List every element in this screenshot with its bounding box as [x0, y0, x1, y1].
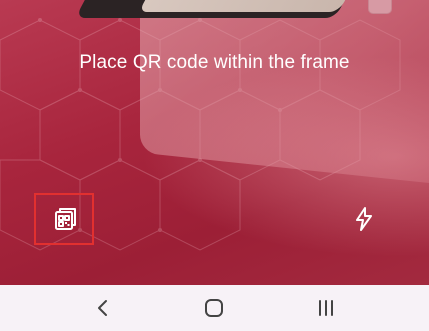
background-tab — [368, 0, 392, 14]
scan-instruction: Place QR code within the frame — [79, 52, 350, 73]
camera-preview: Place QR code within the frame — [0, 0, 429, 285]
recent-apps-icon — [319, 300, 333, 316]
qr-scanner-screen: Place QR code within the frame — [0, 0, 429, 331]
home-button[interactable] — [196, 293, 232, 323]
system-navigation-bar — [0, 285, 429, 331]
qr-gallery-icon — [55, 208, 76, 230]
scan-from-gallery-button[interactable] — [34, 193, 94, 245]
back-icon — [98, 300, 107, 316]
flash-toggle-button[interactable] — [348, 202, 380, 236]
back-button[interactable] — [85, 293, 121, 323]
background-device-panel — [138, 0, 362, 12]
flash-off-icon — [356, 207, 372, 231]
recent-apps-button[interactable] — [308, 293, 344, 323]
home-icon — [205, 299, 223, 317]
